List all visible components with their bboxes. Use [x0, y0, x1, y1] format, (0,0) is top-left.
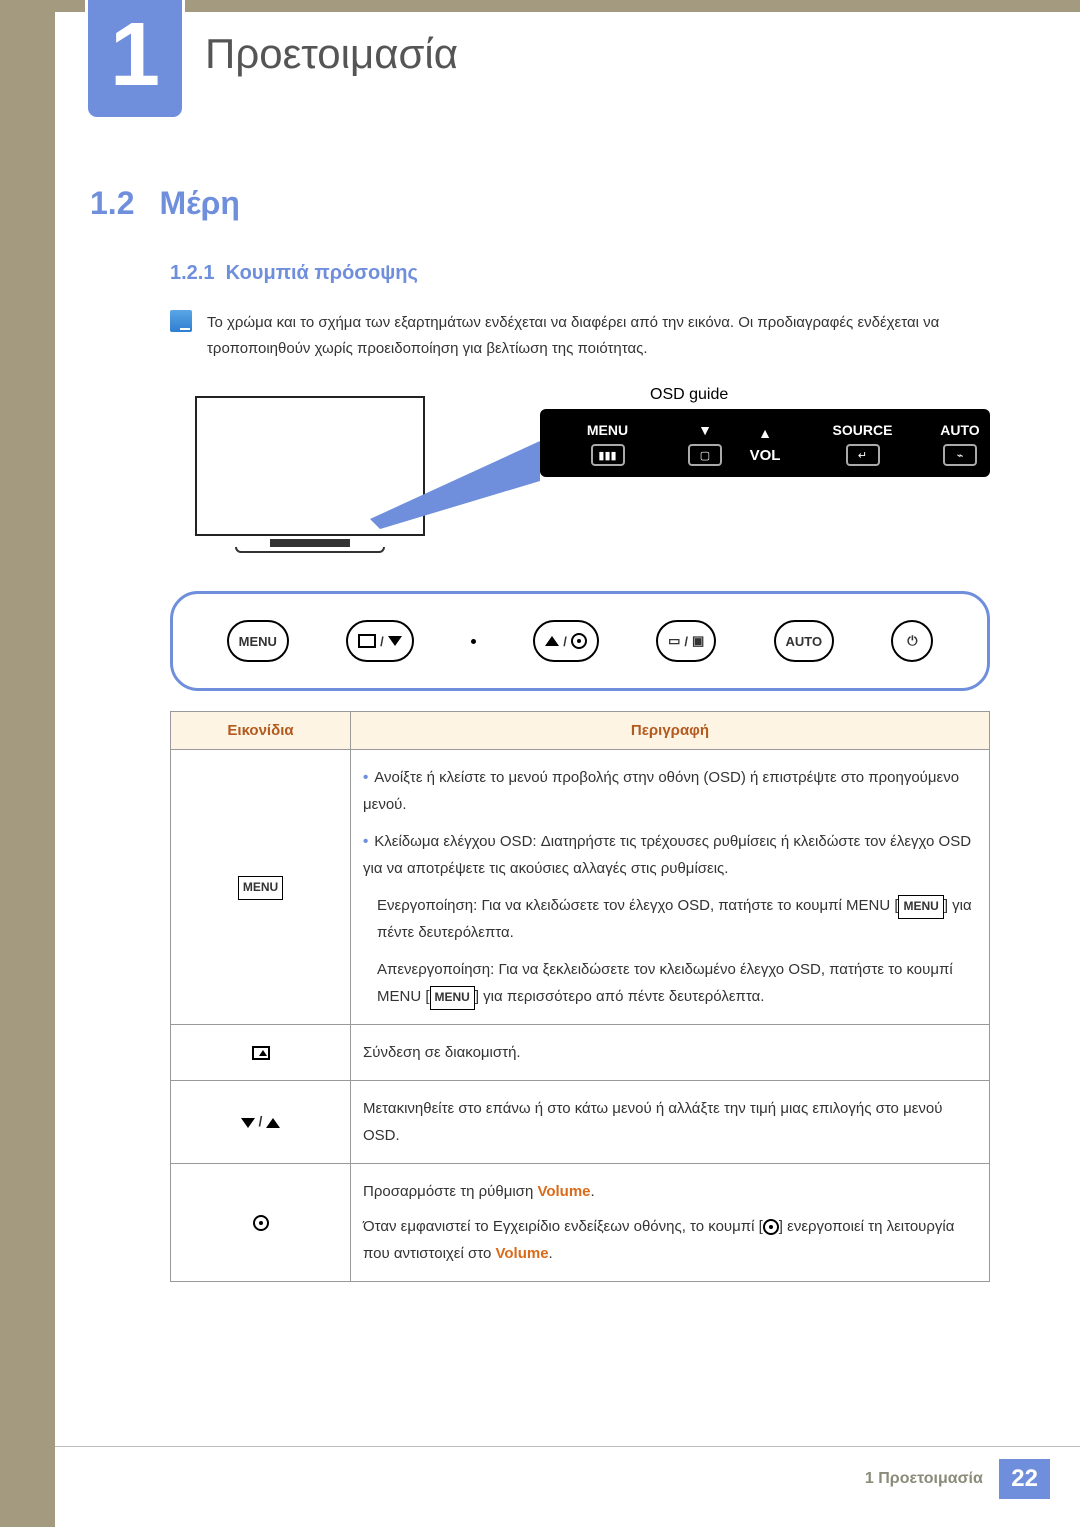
triangle-up-icon — [266, 1118, 280, 1128]
panel-power-button[interactable]: ⏻ — [891, 620, 933, 662]
top-rail — [55, 0, 1080, 12]
desc-text: . — [591, 1183, 595, 1200]
desc-text: . — [549, 1245, 553, 1262]
section-title: Μέρη — [159, 185, 239, 221]
osd-bar: MENU ▮▮▮ ▼ ▢ ▲ VOL SOURCE ↵ AUTO ⌁ — [540, 409, 990, 477]
bullet-icon: • — [363, 769, 368, 786]
panel-auto-button[interactable]: AUTO — [774, 620, 835, 662]
desc-cell: •Ανοίξτε ή κλείστε το μενού προβολής στη… — [351, 750, 990, 1025]
triangle-up-icon — [545, 636, 559, 646]
dot-ring-icon — [763, 1219, 779, 1235]
osd-source: SOURCE ↵ — [795, 409, 930, 477]
menu-label-icon: MENU — [430, 986, 475, 1010]
subsection-heading: 1.2.1 Κουμπιά πρόσοψης — [170, 262, 1000, 285]
osd-menu: MENU ▮▮▮ — [540, 409, 675, 477]
panel-up-button[interactable]: / — [533, 620, 599, 662]
chapter-title: Προετοιμασία — [205, 30, 458, 78]
th-icons: Εικονίδια — [171, 712, 351, 750]
button-panel: MENU / / ▭/▣ AUTO ⏻ — [170, 591, 990, 691]
icon-cell-updown: / — [171, 1081, 351, 1164]
page-number: 22 — [999, 1459, 1050, 1499]
icon-cell-upload — [171, 1025, 351, 1081]
osd-down-icon: ▢ — [688, 444, 722, 466]
note-icon — [170, 310, 192, 332]
desc-cell: Μετακινηθείτε στο επάνω ή στο κάτω μενού… — [351, 1081, 990, 1164]
section-heading: 1.2 Μέρη — [90, 185, 1000, 222]
subsection-title: Κουμπιά πρόσοψης — [226, 262, 418, 284]
upload-rect-icon — [252, 1046, 270, 1060]
chapter-badge: 1 — [85, 0, 185, 120]
desc-text: Προσαρμόστε τη ρύθμιση — [363, 1183, 537, 1200]
table-row: MENU •Ανοίξτε ή κλείστε το μενού προβολή… — [171, 750, 990, 1025]
th-description: Περιγραφή — [351, 712, 990, 750]
power-icon: ⏻ — [907, 633, 917, 649]
osd-auto-label: AUTO — [940, 420, 979, 440]
diagram-area: OSD guide MENU ▮▮▮ ▼ ▢ ▲ VOL SOURCE ↵ — [170, 381, 990, 691]
section-number: 1.2 — [90, 185, 134, 221]
desc-text: Ενεργοποίηση: Για να κλειδώσετε τον έλεγ… — [377, 897, 898, 914]
osd-source-label: SOURCE — [833, 420, 893, 440]
volume-keyword: Volume — [537, 1183, 590, 1200]
dot-ring-icon — [571, 633, 587, 649]
source-rect-icon: ▭ — [668, 633, 680, 649]
left-rail — [0, 0, 55, 1527]
icon-description-table: Εικονίδια Περιγραφή MENU •Ανοίξτε ή κλεί… — [170, 711, 990, 1282]
triangle-down-icon: ▼ — [698, 420, 712, 440]
osd-auto-icon: ⌁ — [943, 444, 977, 466]
content-area: 1.2 Μέρη 1.2.1 Κουμπιά πρόσοψης Το χρώμα … — [90, 185, 1000, 1282]
osd-vol-label: VOL — [750, 447, 781, 464]
osd-down: ▼ ▢ — [675, 409, 735, 477]
osd-menu-label: MENU — [587, 420, 628, 440]
desc-cell: Προσαρμόστε τη ρύθμιση Volume. Όταν εμφα… — [351, 1164, 990, 1282]
osd-auto: AUTO ⌁ — [930, 409, 990, 477]
callout-triangle-icon — [370, 441, 550, 561]
panel-down-button[interactable]: / — [346, 620, 414, 662]
table-row: Προσαρμόστε τη ρύθμιση Volume. Όταν εμφα… — [171, 1164, 990, 1282]
note-text: Το χρώμα και το σχήμα των εξαρτημάτων εν… — [207, 310, 1000, 361]
osd-vol: ▲ VOL — [735, 409, 795, 477]
osd-guide-label: OSD guide — [650, 386, 728, 404]
osd-menu-icon: ▮▮▮ — [591, 444, 625, 466]
desc-text: ] για περισσότερο από πέντε δευτερόλεπτα… — [475, 988, 765, 1005]
table-row: / Μετακινηθείτε στο επάνω ή στο κάτω μεν… — [171, 1081, 990, 1164]
bullet-text: Ανοίξτε ή κλείστε το μενού προβολής στην… — [363, 769, 959, 813]
triangle-down-icon — [241, 1118, 255, 1128]
bullet-icon: • — [363, 833, 368, 850]
table-row: Σύνδεση σε διακομιστή. — [171, 1025, 990, 1081]
panel-menu-button[interactable]: MENU — [227, 620, 289, 662]
note-row: Το χρώμα και το σχήμα των εξαρτημάτων εν… — [170, 310, 1000, 361]
enter-icon: ▣ — [692, 633, 704, 649]
panel-source-button[interactable]: ▭/▣ — [656, 620, 716, 662]
triangle-down-icon — [388, 636, 402, 646]
dot-ring-icon — [253, 1215, 269, 1231]
icon-cell-menu: MENU — [171, 750, 351, 1025]
desc-cell: Σύνδεση σε διακομιστή. — [351, 1025, 990, 1081]
footer-chapter: 1 Προετοιμασία — [865, 1470, 983, 1487]
osd-enter-icon: ↵ — [846, 444, 880, 466]
volume-keyword: Volume — [495, 1245, 548, 1262]
desc-text: Όταν εμφανιστεί το Εγχειρίδιο ενδείξεων … — [363, 1218, 763, 1235]
rect-icon — [358, 634, 376, 648]
upper-diagram: OSD guide MENU ▮▮▮ ▼ ▢ ▲ VOL SOURCE ↵ — [170, 381, 990, 591]
icon-cell-dotring — [171, 1164, 351, 1282]
page-footer: 1 Προετοιμασία 22 — [55, 1446, 1080, 1499]
subsection-number: 1.2.1 — [170, 262, 214, 284]
separator-dot-icon — [471, 639, 476, 644]
menu-label-icon: MENU — [898, 895, 943, 919]
triangle-up-icon: ▲ — [758, 423, 772, 443]
bullet-text: Κλείδωμα ελέγχου OSD: Διατηρήστε τις τρέ… — [363, 833, 971, 877]
menu-label-icon: MENU — [238, 876, 283, 900]
